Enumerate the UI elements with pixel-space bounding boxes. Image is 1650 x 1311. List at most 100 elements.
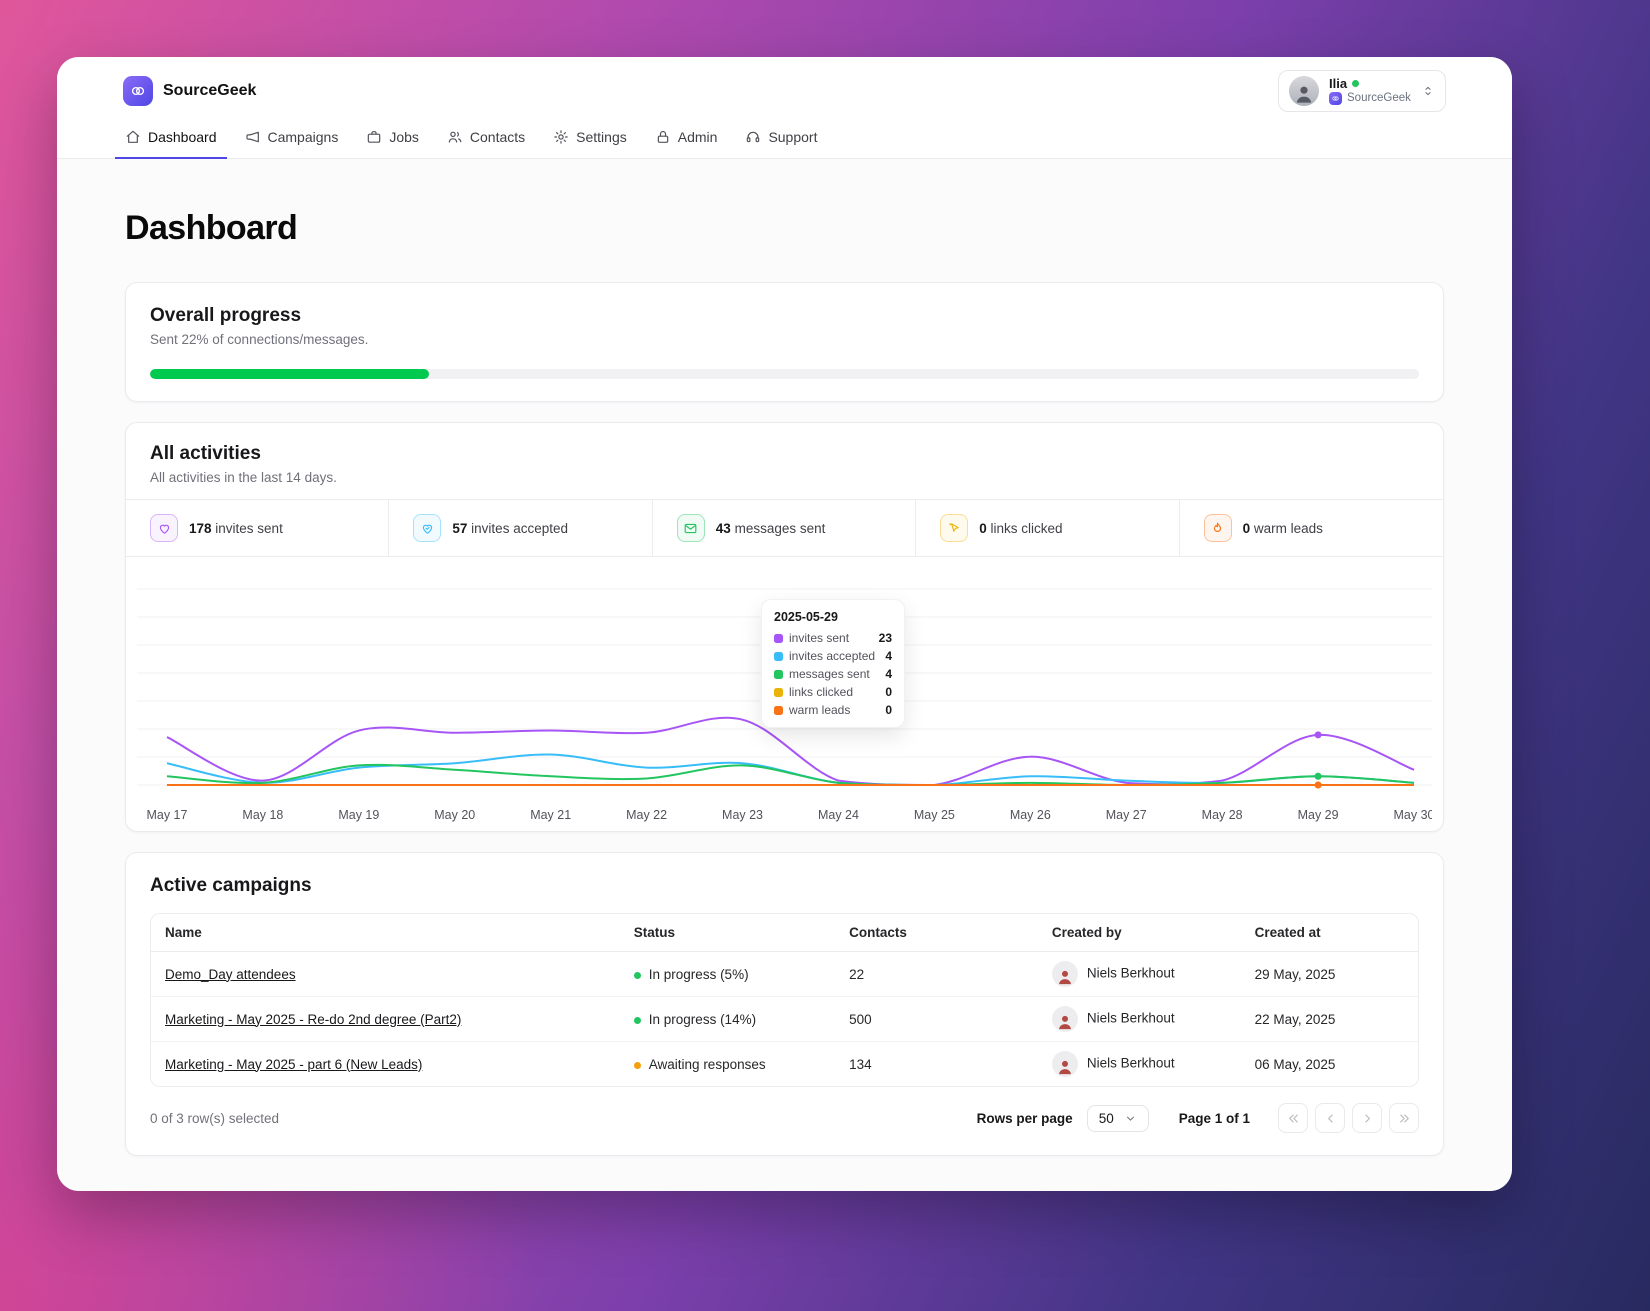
brand-name: SourceGeek [163, 82, 257, 99]
activities-chart[interactable]: May 17 May 18 May 19 May 20 May 21 May 22 May … [126, 557, 1443, 831]
column-header-status: Status [619, 914, 836, 952]
tab-contacts[interactable]: Contacts [437, 120, 535, 159]
headset-icon [745, 129, 761, 145]
creator-avatar [1051, 1051, 1078, 1077]
overall-progress-subtitle: Sent 22% of connections/messages. [150, 332, 369, 347]
online-status-dot [1352, 80, 1360, 88]
svg-text:May 28: May 28 [1202, 808, 1243, 822]
message-icon [676, 514, 705, 542]
svg-text:May 25: May 25 [914, 808, 955, 822]
rows-per-page-select[interactable]: 50 [1086, 1104, 1149, 1132]
chevrons-updown-icon [1421, 84, 1435, 98]
gear-icon [553, 129, 569, 145]
tab-support[interactable]: Support [735, 120, 827, 159]
desktop-background: SourceGeek Ilia SourceGeek DashboardCam [0, 0, 1650, 1311]
home-icon [125, 129, 141, 145]
next-page-button[interactable] [1352, 1103, 1382, 1133]
stat-text: 43 messages sent [715, 520, 826, 536]
overall-progress-card: Overall progress Sent 22% of connections… [125, 282, 1444, 402]
contacts-count: 134 [835, 1041, 1038, 1086]
stat-invites-accepted: 57 invites accepted [389, 500, 653, 556]
table-row[interactable]: Marketing - May 2025 - Re-do 2nd degree … [151, 996, 1418, 1042]
series-value: 4 [885, 667, 892, 681]
tab-label: Admin [677, 129, 718, 145]
creator-avatar [1051, 1006, 1078, 1032]
tooltip-row-warm-leads: warm leads 0 [774, 703, 892, 717]
tab-label: Settings [576, 129, 627, 145]
tooltip-row-invites-accepted: invites accepted 4 [774, 649, 892, 663]
all-activities-header: All activities All activities in the las… [126, 423, 1443, 499]
page-indicator: Page 1 of 1 [1178, 1110, 1250, 1126]
mini-logo-icon [1329, 92, 1342, 106]
tooltip-date: 2025-05-29 [774, 610, 838, 624]
svg-text:May 27: May 27 [1106, 808, 1147, 822]
svg-text:May 26: May 26 [1010, 808, 1051, 822]
campaign-link[interactable]: Marketing - May 2025 - Re-do 2nd degree … [165, 1012, 461, 1027]
series-label: invites accepted [789, 649, 876, 663]
series-label: links clicked [789, 685, 854, 699]
tab-campaigns[interactable]: Campaigns [235, 120, 349, 159]
warm-lead-icon [1203, 514, 1232, 542]
main-nav: Dashboard Campaigns Jobs Contacts Settings Ad… [57, 120, 1512, 159]
invite-heart-icon [150, 514, 178, 542]
all-activities-card: All activities All activities in the las… [125, 422, 1444, 832]
creator-name: Niels Berkhout [1086, 1055, 1175, 1071]
creator-name: Niels Berkhout [1086, 965, 1175, 981]
svg-text:May 30: May 30 [1394, 808, 1432, 822]
tab-label: Campaigns [267, 129, 339, 145]
status-dot [633, 971, 641, 979]
contacts-count: 500 [835, 996, 1038, 1042]
user-meta: Ilia SourceGeek [1329, 76, 1411, 106]
stat-invites-sent: 178 invites sent [126, 500, 390, 556]
page-title: Dashboard [125, 209, 298, 247]
series-swatch [774, 705, 783, 715]
svg-text:May 22: May 22 [626, 808, 667, 822]
created-date: 06 May, 2025 [1240, 1041, 1418, 1086]
rows-per-page-label: Rows per page [976, 1110, 1073, 1126]
stat-text: 0 links clicked [979, 520, 1063, 536]
created-date: 29 May, 2025 [1240, 951, 1418, 997]
stat-warm-leads: 0 warm leads [1180, 500, 1443, 556]
contacts-count: 22 [835, 951, 1038, 997]
first-page-button[interactable] [1278, 1103, 1308, 1133]
active-campaigns-card: Active campaigns Name Status Contacts Creat… [125, 852, 1444, 1156]
campaign-link[interactable]: Marketing - May 2025 - part 6 (New Leads… [165, 1057, 422, 1072]
invite-accepted-icon [413, 514, 442, 542]
overall-progress-title: Overall progress [150, 305, 302, 326]
tab-label: Jobs [389, 129, 419, 145]
table-row[interactable]: Marketing - May 2025 - part 6 (New Leads… [151, 1041, 1418, 1086]
megaphone-icon [245, 129, 261, 145]
tab-jobs[interactable]: Jobs [356, 120, 429, 159]
series-swatch [774, 669, 783, 679]
user-menu[interactable]: Ilia SourceGeek [1278, 70, 1446, 112]
all-activities-title: All activities [150, 443, 261, 464]
app-window: SourceGeek Ilia SourceGeek DashboardCam [57, 57, 1512, 1191]
user-org: SourceGeek [1347, 92, 1411, 105]
brand: SourceGeek [123, 76, 256, 106]
tab-admin[interactable]: Admin [645, 120, 728, 159]
series-value: 0 [885, 703, 892, 717]
svg-text:May 18: May 18 [242, 808, 283, 822]
user-avatar [1289, 76, 1319, 106]
all-activities-subtitle: All activities in the last 14 days. [150, 470, 337, 485]
campaign-link[interactable]: Demo_Day attendees [165, 967, 296, 982]
campaigns-table: Name Status Contacts Created by Created at D… [150, 913, 1419, 1087]
stat-messages-sent: 43 messages sent [653, 500, 917, 556]
tooltip-row-messages-sent: messages sent 4 [774, 667, 892, 681]
svg-text:May 20: May 20 [434, 808, 475, 822]
last-page-button[interactable] [1389, 1103, 1419, 1133]
tooltip-row-invites-sent: invites sent 23 [774, 631, 892, 645]
status-label: In progress (14%) [648, 1011, 757, 1027]
table-row[interactable]: Demo_Day attendees In progress (5%) 22 Niel… [151, 951, 1418, 997]
tab-label: Support [768, 129, 818, 145]
tab-dashboard[interactable]: Dashboard [115, 120, 227, 159]
tab-settings[interactable]: Settings [543, 120, 637, 159]
click-icon [940, 514, 969, 542]
stat-text: 57 invites accepted [452, 520, 568, 536]
column-header-contacts: Contacts [835, 914, 1038, 952]
prev-page-button[interactable] [1315, 1103, 1345, 1133]
status-dot [633, 1061, 641, 1069]
series-label: messages sent [789, 667, 870, 681]
column-header-created-by: Created by [1037, 914, 1241, 952]
svg-text:May 29: May 29 [1298, 808, 1339, 822]
